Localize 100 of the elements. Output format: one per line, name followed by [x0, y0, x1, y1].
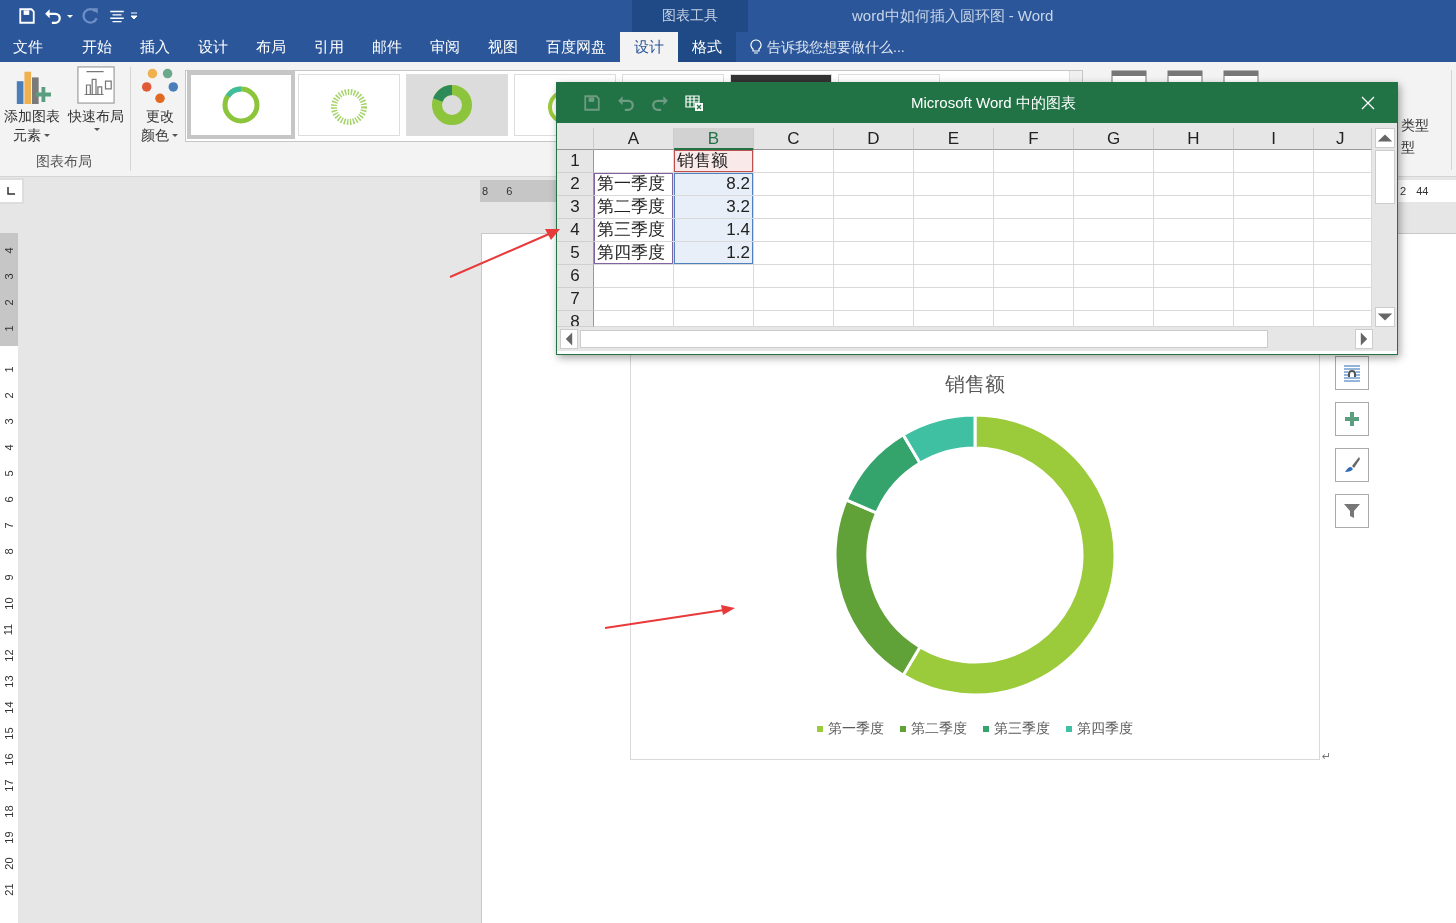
table-cell[interactable]: 8.2: [674, 173, 754, 196]
row-header[interactable]: 5: [557, 242, 594, 265]
table-cell[interactable]: [1234, 219, 1314, 242]
column-header[interactable]: E: [914, 128, 994, 150]
table-cell[interactable]: [1314, 242, 1372, 265]
redo-icon[interactable]: [651, 94, 669, 112]
table-cell[interactable]: [994, 219, 1074, 242]
column-header[interactable]: J: [1314, 128, 1372, 150]
row-header[interactable]: 3: [557, 196, 594, 219]
table-cell[interactable]: [994, 196, 1074, 219]
ribbon-tab[interactable]: 格式: [678, 32, 736, 62]
table-cell[interactable]: [994, 173, 1074, 196]
table-cell[interactable]: [834, 265, 914, 288]
column-header[interactable]: I: [1234, 128, 1314, 150]
table-cell[interactable]: [594, 265, 674, 288]
table-cell[interactable]: [1074, 219, 1154, 242]
table-cell[interactable]: [994, 288, 1074, 311]
table-cell[interactable]: [914, 242, 994, 265]
table-cell[interactable]: [754, 288, 834, 311]
customize-icon[interactable]: [130, 12, 138, 20]
ribbon-tab[interactable]: 开始: [68, 32, 126, 62]
column-header[interactable]: D: [834, 128, 914, 150]
scroll-thumb[interactable]: [1375, 150, 1395, 204]
ribbon-tab[interactable]: 视图: [474, 32, 532, 62]
table-cell[interactable]: 3.2: [674, 196, 754, 219]
table-cell[interactable]: [594, 288, 674, 311]
table-cell[interactable]: [1154, 196, 1234, 219]
layout-options-button[interactable]: [1335, 356, 1369, 390]
table-cell[interactable]: [1074, 242, 1154, 265]
ribbon-tab[interactable]: 布局: [242, 32, 300, 62]
table-cell[interactable]: [1154, 219, 1234, 242]
chart-title[interactable]: 销售额: [945, 371, 1005, 398]
row-header[interactable]: 2: [557, 173, 594, 196]
column-header[interactable]: B: [674, 128, 754, 150]
table-cell[interactable]: [1314, 288, 1372, 311]
table-cell[interactable]: [1154, 150, 1234, 173]
row-header[interactable]: 4: [557, 219, 594, 242]
ribbon-tab[interactable]: 插入: [126, 32, 184, 62]
column-header[interactable]: C: [754, 128, 834, 150]
table-cell[interactable]: [674, 265, 754, 288]
table-cell[interactable]: [914, 265, 994, 288]
table-cell[interactable]: [994, 242, 1074, 265]
table-cell[interactable]: [674, 288, 754, 311]
legend-label[interactable]: 第二季度: [911, 720, 967, 738]
chart-filters-button[interactable]: [1335, 494, 1369, 528]
chart-style-thumbnail[interactable]: [187, 71, 295, 139]
scroll-up-icon[interactable]: [1375, 128, 1395, 148]
table-cell[interactable]: [1314, 173, 1372, 196]
table-cell[interactable]: [1074, 265, 1154, 288]
table-cell[interactable]: 1.4: [674, 219, 754, 242]
chart-style-thumbnail[interactable]: [406, 74, 508, 136]
table-cell[interactable]: [914, 196, 994, 219]
vertical-scrollbar[interactable]: [1375, 128, 1395, 327]
undo-icon[interactable]: [44, 7, 62, 25]
table-cell[interactable]: [1154, 288, 1234, 311]
table-cell[interactable]: [1314, 196, 1372, 219]
scroll-left-icon[interactable]: [560, 329, 578, 349]
table-cell[interactable]: [754, 265, 834, 288]
table-cell[interactable]: [834, 196, 914, 219]
table-cell[interactable]: [1154, 242, 1234, 265]
table-cell[interactable]: [994, 150, 1074, 173]
ribbon-tab[interactable]: 设计: [184, 32, 242, 62]
table-cell[interactable]: [914, 219, 994, 242]
table-cell[interactable]: [914, 288, 994, 311]
ribbon-tab[interactable]: 引用: [300, 32, 358, 62]
ribbon-tab[interactable]: 邮件: [358, 32, 416, 62]
table-cell[interactable]: [1154, 265, 1234, 288]
add-chart-element-button[interactable]: 添加图表 元素: [1, 66, 63, 145]
table-cell[interactable]: [1074, 173, 1154, 196]
table-cell[interactable]: [1314, 219, 1372, 242]
table-cell[interactable]: [1314, 150, 1372, 173]
table-cell[interactable]: [1074, 196, 1154, 219]
table-cell[interactable]: [834, 150, 914, 173]
row-header[interactable]: 7: [557, 288, 594, 311]
chart-style-thumbnail[interactable]: [298, 74, 400, 136]
legend-label[interactable]: 第四季度: [1077, 720, 1133, 738]
table-cell[interactable]: [754, 242, 834, 265]
table-cell[interactable]: [834, 173, 914, 196]
ribbon-tab[interactable]: 设计: [620, 32, 678, 62]
table-cell[interactable]: 销售额: [674, 150, 754, 173]
legend-label[interactable]: 第一季度: [828, 720, 884, 738]
table-cell[interactable]: [834, 219, 914, 242]
table-cell[interactable]: 1.2: [674, 242, 754, 265]
caret-icon[interactable]: [66, 12, 74, 20]
tab-selector[interactable]: [0, 180, 22, 202]
table-cell[interactable]: [834, 242, 914, 265]
row-header[interactable]: 6: [557, 265, 594, 288]
scroll-right-icon[interactable]: [1355, 329, 1373, 349]
ribbon-tab[interactable]: 百度网盘: [532, 32, 620, 62]
tell-me-field[interactable]: 告诉我您想要做什么...: [767, 39, 967, 55]
table-cell[interactable]: [1234, 150, 1314, 173]
table-cell[interactable]: [994, 265, 1074, 288]
column-header[interactable]: A: [594, 128, 674, 150]
ribbon-tab[interactable]: 审阅: [416, 32, 474, 62]
column-header[interactable]: H: [1154, 128, 1234, 150]
table-cell[interactable]: [1074, 288, 1154, 311]
table-cell[interactable]: [914, 173, 994, 196]
scroll-thumb[interactable]: [580, 330, 1268, 348]
close-icon[interactable]: [1361, 96, 1375, 110]
table-cell[interactable]: [1154, 173, 1234, 196]
